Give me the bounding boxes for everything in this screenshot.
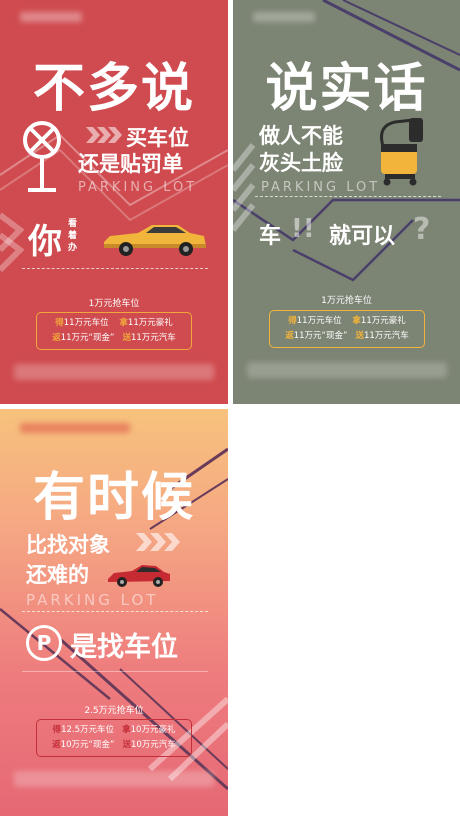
tail-question: ? (413, 212, 431, 247)
offer-text: 11万元车位 (63, 318, 109, 328)
offer-key: 得 (55, 318, 64, 328)
chevron-arrows-icon (86, 127, 122, 143)
dashed-divider (22, 611, 208, 612)
offer-box: 得12.5万元车位 拿10万元豪礼 返10万元“现金” 送10万元汽车 (36, 719, 192, 757)
dashed-divider (255, 196, 441, 197)
price-tag: 1万元抢车位 (88, 299, 140, 309)
footer-blurred (14, 364, 214, 380)
brand-logo-blurred (253, 12, 315, 22)
no-parking-sign-icon (23, 121, 61, 192)
offer-text: 11万元车位 (296, 316, 342, 326)
offer-key: 返 (52, 740, 61, 750)
offer-text: 11万元“现金” (60, 333, 115, 343)
offer-row: 返11万元“现金” 送11万元汽车 (276, 329, 418, 344)
yellow-car-icon (104, 225, 206, 256)
offer-text: 11万元“现金” (293, 331, 348, 341)
offer-key: 拿 (119, 318, 128, 328)
red-sports-car-icon (108, 565, 170, 587)
line-2: 还是贴罚单 (78, 152, 183, 176)
dashed-divider (22, 671, 208, 672)
poster-sometimes: 有时候 比找对象 还难的 PARKING LOT P 是找车位 2.5万元抢车位… (0, 409, 228, 816)
tail-big: 你 (28, 222, 62, 262)
tail-marks: !! (291, 214, 315, 244)
tail: 是找车位 (70, 632, 178, 663)
offer-text: 11万元汽车 (130, 333, 176, 343)
offer-row: 返10万元“现金” 送10万元汽车 (43, 738, 185, 753)
english-subtitle: PARKING LOT (261, 180, 381, 195)
english-subtitle: PARKING LOT (78, 180, 198, 195)
dashed-divider (22, 268, 208, 269)
line-1: 做人不能 (259, 124, 343, 148)
offer-text: 11万元豪礼 (360, 316, 406, 326)
offer-key: 拿 (352, 316, 361, 326)
offer-key: 返 (285, 331, 294, 341)
offer-text: 11万元汽车 (363, 331, 409, 341)
offer-box: 得11万元车位 拿11万元豪礼 返11万元“现金” 送11万元汽车 (36, 312, 192, 350)
offer-row: 返11万元“现金” 送11万元汽车 (43, 331, 185, 346)
tail-2: 就可以 (329, 224, 396, 249)
parking-p-icon: P (26, 625, 62, 661)
offer-text: 10万元汽车 (130, 740, 176, 750)
offer-row: 得11万元车位 拿11万元豪礼 (276, 314, 418, 329)
offer-box: 得11万元车位 拿11万元豪礼 返11万元“现金” 送11万元汽车 (269, 310, 425, 348)
offer-key: 送 (122, 333, 131, 343)
footer-blurred (14, 771, 214, 787)
offer-key: 送 (355, 331, 364, 341)
offer-text: 12.5万元车位 (61, 725, 114, 735)
offer-key: 拿 (122, 725, 131, 735)
tail-1: 车 (259, 224, 282, 249)
offer-key: 返 (52, 333, 61, 343)
offer-key: 得 (52, 725, 62, 735)
headline: 有时候 (32, 468, 195, 528)
english-subtitle: PARKING LOT (26, 591, 159, 609)
offer-row: 得11万元车位 拿11万元豪礼 (43, 316, 185, 331)
offer-text: 10万元豪礼 (130, 725, 176, 735)
headline: 不多说 (32, 59, 195, 119)
tail-small-3: 办 (68, 243, 78, 253)
parking-symbol: P (36, 631, 52, 655)
line-2: 还难的 (26, 563, 89, 587)
chevron-arrows-icon (136, 533, 180, 551)
offer-key: 送 (122, 740, 131, 750)
brand-logo-blurred (20, 12, 82, 22)
vacuum-cleaner-icon (380, 118, 423, 186)
brand-logo-blurred (20, 423, 130, 433)
headline: 说实话 (265, 59, 428, 119)
footer-blurred (247, 362, 447, 378)
offer-text: 10万元“现金” (60, 740, 115, 750)
offer-row: 得12.5万元车位 拿10万元豪礼 (43, 723, 185, 738)
poster-buy-parking: 不多说 买车位 还是贴罚单 PARKING LOT 你 看 着 办 1万元抢车位… (0, 0, 228, 404)
offer-text: 11万元豪礼 (127, 318, 173, 328)
line-1: 比找对象 (26, 533, 110, 557)
offer-key: 得 (288, 316, 297, 326)
poster-truth: 说实话 做人不能 灰头土脸 PARKING LOT 车 !! 就可以 ? 1万元… (233, 0, 460, 404)
line-2: 灰头土脸 (259, 151, 343, 175)
price-tag: 1万元抢车位 (321, 296, 372, 306)
price-tag: 2.5万元抢车位 (84, 706, 144, 716)
